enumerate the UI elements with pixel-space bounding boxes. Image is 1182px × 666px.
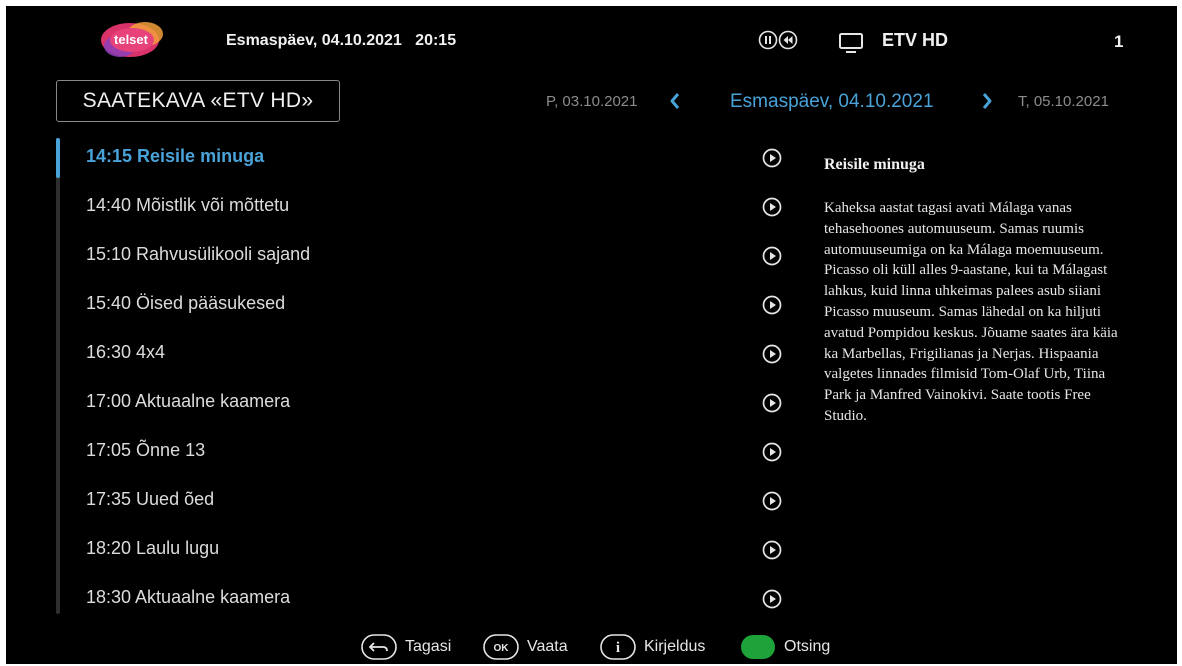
play-circle-icon[interactable] (762, 491, 782, 511)
back-button[interactable]: Tagasi (361, 634, 461, 660)
svg-text:OK: OK (494, 643, 510, 654)
program-title: 17:05 Õnne 13 (86, 440, 206, 460)
description-text: Kaheksa aastat tagasi avati Málaga vanas… (824, 200, 1118, 424)
play-circle-icon[interactable] (762, 246, 782, 266)
play-circle-icon[interactable] (762, 197, 782, 217)
program-row[interactable]: 16:30 4x4 (86, 332, 786, 381)
describe-label: Kirjeldus (644, 638, 706, 655)
program-row[interactable]: 18:20 Laulu lugu (86, 528, 786, 577)
play-circle-icon[interactable] (762, 295, 782, 315)
program-title: 17:00 Aktuaalne kaamera (86, 391, 291, 411)
program-title: 14:15 Reisile minuga (86, 146, 265, 166)
back-arrow-icon (361, 634, 397, 660)
logo-text: telset (114, 32, 148, 47)
header-datetime: Esmaspäev, 04.10.2021 20:15 (226, 32, 457, 49)
program-title: 15:40 Öised pääsukesed (86, 293, 286, 313)
ok-key-icon: OK (483, 634, 519, 660)
program-row[interactable]: 17:05 Õnne 13 (86, 430, 786, 479)
prev-date-link[interactable]: P, 03.10.2021 (546, 93, 637, 110)
program-row[interactable]: 18:30 Aktuaalne kaamera (86, 577, 786, 626)
program-row[interactable]: 14:15 Reisile minuga (86, 136, 786, 185)
channel-number: 1 (1114, 32, 1124, 51)
next-date-link[interactable]: T, 05.10.2021 (1018, 93, 1109, 110)
info-button[interactable]: i Kirjeldus (600, 634, 720, 660)
pause-icon[interactable] (758, 30, 778, 50)
program-list: 14:15 Reisile minuga 14:40 Mõistlik või m… (86, 136, 786, 626)
chevron-right-icon[interactable] (980, 91, 994, 111)
list-scrollbar[interactable] (56, 138, 60, 614)
watch-label: Vaata (527, 638, 568, 655)
chevron-left-icon[interactable] (668, 91, 682, 111)
program-row[interactable]: 15:10 Rahvusülikooli sajand (86, 234, 786, 283)
play-circle-icon[interactable] (762, 589, 782, 609)
program-row[interactable]: 14:40 Mõistlik või mõttetu (86, 185, 786, 234)
scrollbar-thumb[interactable] (56, 138, 60, 178)
channel-name: ETV HD (882, 30, 949, 50)
play-circle-icon[interactable] (762, 148, 782, 168)
program-row[interactable]: 17:00 Aktuaalne kaamera (86, 381, 786, 430)
page-title: SAATEKAVA «ETV HD» (56, 80, 340, 122)
play-circle-icon[interactable] (762, 540, 782, 560)
current-date: Esmaspäev, 04.10.2021 (730, 91, 934, 112)
program-row[interactable]: 17:35 Uued õed (86, 479, 786, 528)
epg-screen: telset Esmaspäev, 04.10.2021 20:15 ETV H… (6, 6, 1177, 664)
description-title: Reisile minuga (824, 156, 925, 173)
watch-button[interactable]: OK Vaata (483, 634, 573, 660)
program-row[interactable]: 15:40 Öised pääsukesed (86, 283, 786, 332)
tv-icon (838, 32, 864, 54)
program-title: 17:35 Uued õed (86, 489, 215, 509)
rewind-icon[interactable] (778, 30, 798, 50)
search-button[interactable]: Otsing (740, 634, 850, 660)
play-circle-icon[interactable] (762, 442, 782, 462)
search-label: Otsing (784, 638, 831, 655)
play-circle-icon[interactable] (762, 393, 782, 413)
program-title: 14:40 Mõistlik või mõttetu (86, 195, 290, 215)
program-title: 18:20 Laulu lugu (86, 538, 220, 558)
green-key-icon (740, 634, 776, 660)
play-circle-icon[interactable] (762, 344, 782, 364)
info-key-icon: i (600, 634, 636, 660)
telset-logo: telset (100, 20, 170, 60)
program-title: 18:30 Aktuaalne kaamera (86, 587, 291, 607)
back-label: Tagasi (405, 638, 452, 655)
program-title: 16:30 4x4 (86, 342, 166, 362)
svg-text:i: i (616, 640, 620, 656)
program-title: 15:10 Rahvusülikooli sajand (86, 244, 311, 264)
